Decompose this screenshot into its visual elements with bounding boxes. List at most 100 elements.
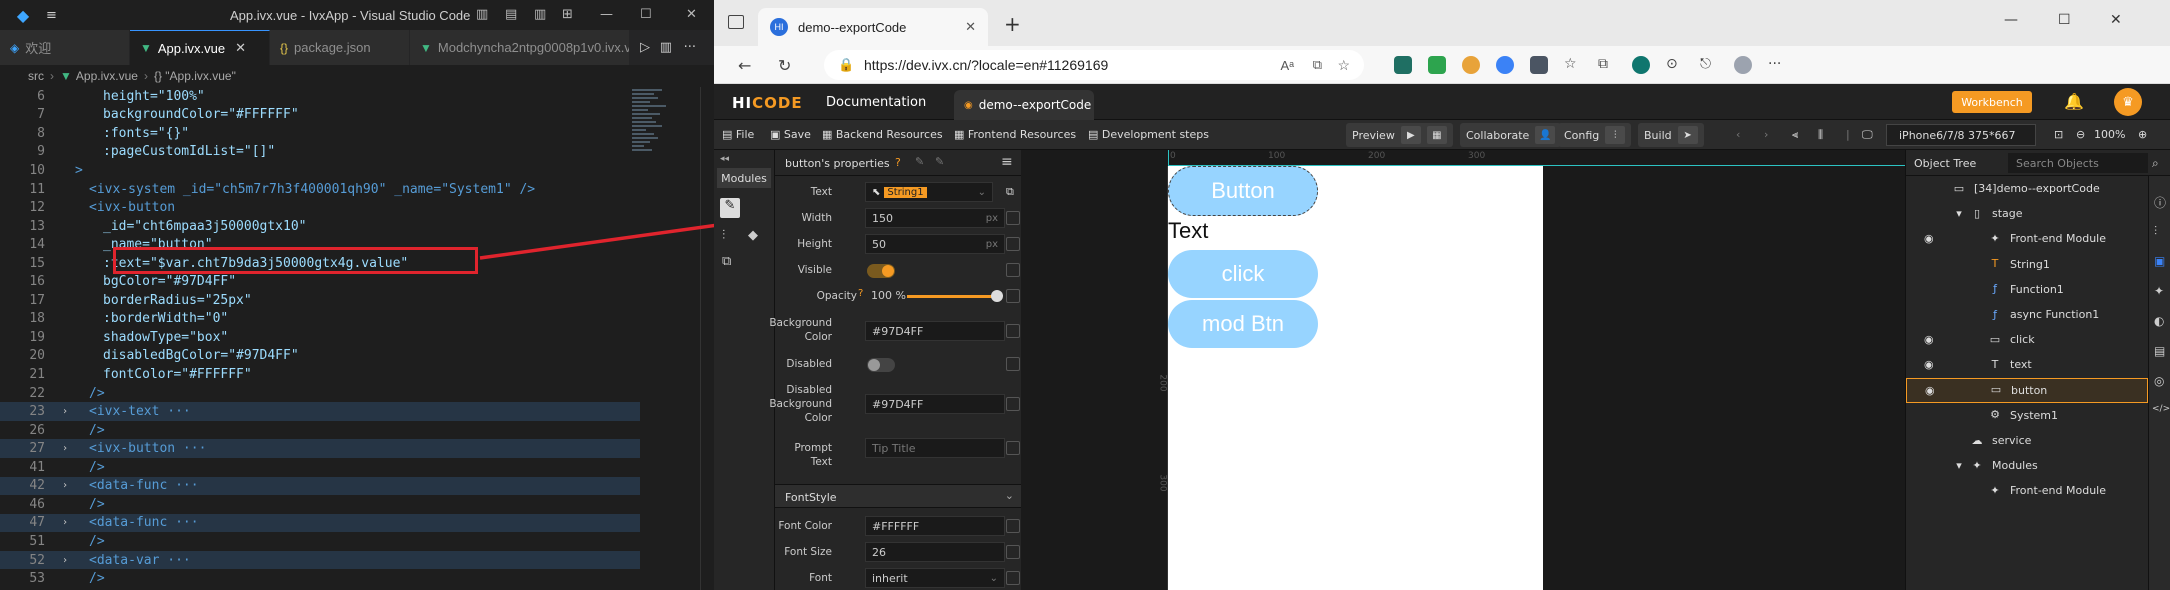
link-icon[interactable] <box>1006 211 1020 225</box>
extension-5-icon[interactable] <box>1632 56 1650 74</box>
play-icon[interactable]: ▶ <box>1400 126 1421 144</box>
opacity-slider[interactable] <box>907 290 1003 302</box>
favorite-star-icon[interactable]: ☆ <box>1337 57 1350 74</box>
info-icon[interactable]: ⓘ <box>2154 194 2166 211</box>
breadcrumb-src[interactable]: src <box>28 69 44 83</box>
visible-toggle[interactable] <box>867 264 895 278</box>
code-line[interactable]: 22 /> <box>0 384 640 403</box>
disabled-toggle[interactable] <box>867 358 895 372</box>
maximize-icon[interactable]: ☐ <box>640 7 652 22</box>
file-menu[interactable]: ▤ File <box>722 128 754 141</box>
tree-item[interactable]: ◉ ▭ button <box>1906 377 2148 403</box>
tree-item[interactable]: ƒ Function1 <box>1906 277 2148 302</box>
fontstyle-section[interactable]: FontStyle ⌄ <box>775 484 1022 508</box>
save-button[interactable]: ▣ Save <box>770 128 811 141</box>
redo-icon[interactable]: › <box>1764 128 1768 141</box>
chevron-down-icon[interactable]: ⌄ <box>1005 489 1014 502</box>
minimap[interactable] <box>632 87 680 207</box>
chevron-right-icon[interactable]: › <box>55 406 75 417</box>
code-line[interactable]: 11 <ivx-system _id="ch5m7r7h3f400001qh90"… <box>0 180 640 199</box>
collaborate-group[interactable]: Collaborate 👤 <box>1460 123 1562 147</box>
font-select[interactable]: inherit ⌄ <box>865 568 1005 588</box>
chevron-right-icon[interactable]: › <box>55 555 75 566</box>
browser-tab[interactable]: HI demo--exportCode ✕ <box>758 8 988 46</box>
users-icon[interactable]: 👤 <box>1535 126 1556 144</box>
tab-welcome[interactable]: ◈ 欢迎 <box>0 30 130 65</box>
code-line[interactable]: 42 › <data-func ··· <box>0 476 640 496</box>
code-editor[interactable]: 6 height="100%" 7 backgroundColor="#FFFFFF"… <box>0 87 714 590</box>
code-line[interactable]: 16 bgColor="#97D4FF" <box>0 273 640 292</box>
extensions-icon[interactable] <box>1530 56 1548 74</box>
close-icon[interactable]: ✕ <box>235 40 246 56</box>
code-line[interactable]: 27 › <ivx-button ··· <box>0 439 640 458</box>
modules-button[interactable]: Modules <box>717 168 771 188</box>
device-select[interactable]: iPhone6/7/8 375*667 <box>1886 124 2036 146</box>
link-icon[interactable] <box>1006 263 1020 277</box>
palette-icon[interactable]: ◐ <box>2154 314 2164 328</box>
tab-package-json[interactable]: {} package.json <box>270 30 410 65</box>
chevron-down-icon[interactable]: ▾ <box>1952 207 1966 221</box>
extension-2-icon[interactable] <box>1428 56 1446 74</box>
code-line[interactable]: 20 disabledBgColor="#97D4FF" <box>0 347 640 366</box>
favorites-icon[interactable]: ☆ <box>1564 56 1582 74</box>
send-icon[interactable]: ➤ <box>1677 126 1698 144</box>
run-icon[interactable]: ▷ <box>640 40 650 55</box>
collapse-icon[interactable]: ◂◂ <box>720 154 729 164</box>
search-icon[interactable]: ⌕ <box>2152 156 2159 171</box>
split-screen-icon[interactable]: ⧉ <box>1313 57 1322 73</box>
chevron-down-icon[interactable]: ▾ <box>1952 459 1966 473</box>
layout-panel-icon[interactable]: ▤ <box>505 7 517 22</box>
refresh-icon[interactable]: ↻ <box>778 56 791 75</box>
link-icon[interactable] <box>1006 441 1020 455</box>
more-icon[interactable]: ··· <box>1768 56 1786 74</box>
font-color-input[interactable]: #FFFFFF <box>865 516 1094 536</box>
documentation-link[interactable]: Documentation <box>826 95 926 110</box>
tree-item[interactable]: ▾ ✦ Modules <box>1906 453 2148 478</box>
tree-item[interactable]: ⚙ System1 <box>1906 403 2148 428</box>
code-line[interactable]: 18:borderWidth="0" <box>0 310 640 329</box>
search-objects-input[interactable]: Search Objects <box>2008 153 2148 173</box>
code-line[interactable]: 9:pageCustomIdList="[]" <box>0 143 640 162</box>
tab-app-ivx-vue[interactable]: ▼ App.ivx.vue ✕ <box>130 30 270 65</box>
link-icon[interactable] <box>1006 397 1020 411</box>
development-steps-button[interactable]: ▤ Development steps <box>1088 128 1209 141</box>
edit-alt-icon[interactable]: ✎ <box>935 155 944 168</box>
edit-icon[interactable]: ✎ <box>720 198 740 218</box>
code-line[interactable]: 52 › <data-var ··· <box>0 550 640 570</box>
profile-avatar[interactable] <box>1734 56 1752 74</box>
tree-item[interactable]: ✦ Front-end Module <box>1906 478 2148 503</box>
text-property-select[interactable]: ⬉ String1 ⌄ <box>865 182 993 202</box>
workbench-button[interactable]: Workbench <box>1952 91 2032 113</box>
code-line[interactable]: 21 fontColor="#FFFFFF" <box>0 365 640 384</box>
link-icon[interactable] <box>1006 545 1020 559</box>
height-input[interactable]: 50 px <box>865 234 1005 254</box>
sliders-icon[interactable]: ⫶ <box>2154 224 2157 239</box>
code-line[interactable]: 8:fonts="{}" <box>0 124 640 143</box>
project-tab[interactable]: ◉ demo--exportCode <box>954 90 1094 120</box>
code-line[interactable]: 17 borderRadius="25px" <box>0 291 640 310</box>
extension-4-icon[interactable] <box>1496 56 1514 74</box>
build-group[interactable]: Build ➤ <box>1638 123 1704 147</box>
zoom-in-icon[interactable]: ⊕ <box>2138 128 2147 141</box>
close-icon[interactable]: ✕ <box>2110 12 2122 28</box>
prompt-text-input[interactable]: Tip Title <box>865 438 1005 458</box>
help-icon[interactable]: ? <box>895 156 901 169</box>
code-line[interactable]: 13 _id="cht6mpaa3j50000gtx10" <box>0 217 640 236</box>
width-input[interactable]: 150 px <box>865 208 1005 228</box>
chevron-right-icon[interactable]: › <box>55 443 75 454</box>
button-component[interactable]: Button <box>1168 166 1318 216</box>
frontend-resources-button[interactable]: ▦ Frontend Resources <box>954 128 1076 141</box>
link-icon[interactable] <box>1006 289 1020 303</box>
read-aloud-icon[interactable]: Aᵃ <box>1280 58 1294 73</box>
menu-icon[interactable]: ≡ <box>1001 154 1013 170</box>
disabled-bg-input[interactable]: #97D4FF <box>865 394 1094 414</box>
more-icon[interactable]: ··· <box>684 40 696 55</box>
split-editor-icon[interactable]: ▥ <box>660 40 672 55</box>
copilot-icon[interactable]: ⊙ <box>1666 56 1684 74</box>
tree-item[interactable]: ▾ ▯ stage <box>1906 201 2148 226</box>
eye-icon[interactable]: ◉ <box>1924 232 1934 245</box>
breadcrumb-file[interactable]: App.ivx.vue <box>76 69 138 83</box>
chevron-right-icon[interactable]: › <box>55 480 75 491</box>
backend-resources-button[interactable]: ▦ Backend Resources <box>822 128 943 141</box>
fit-screen-icon[interactable]: ⊡ <box>2054 128 2063 141</box>
